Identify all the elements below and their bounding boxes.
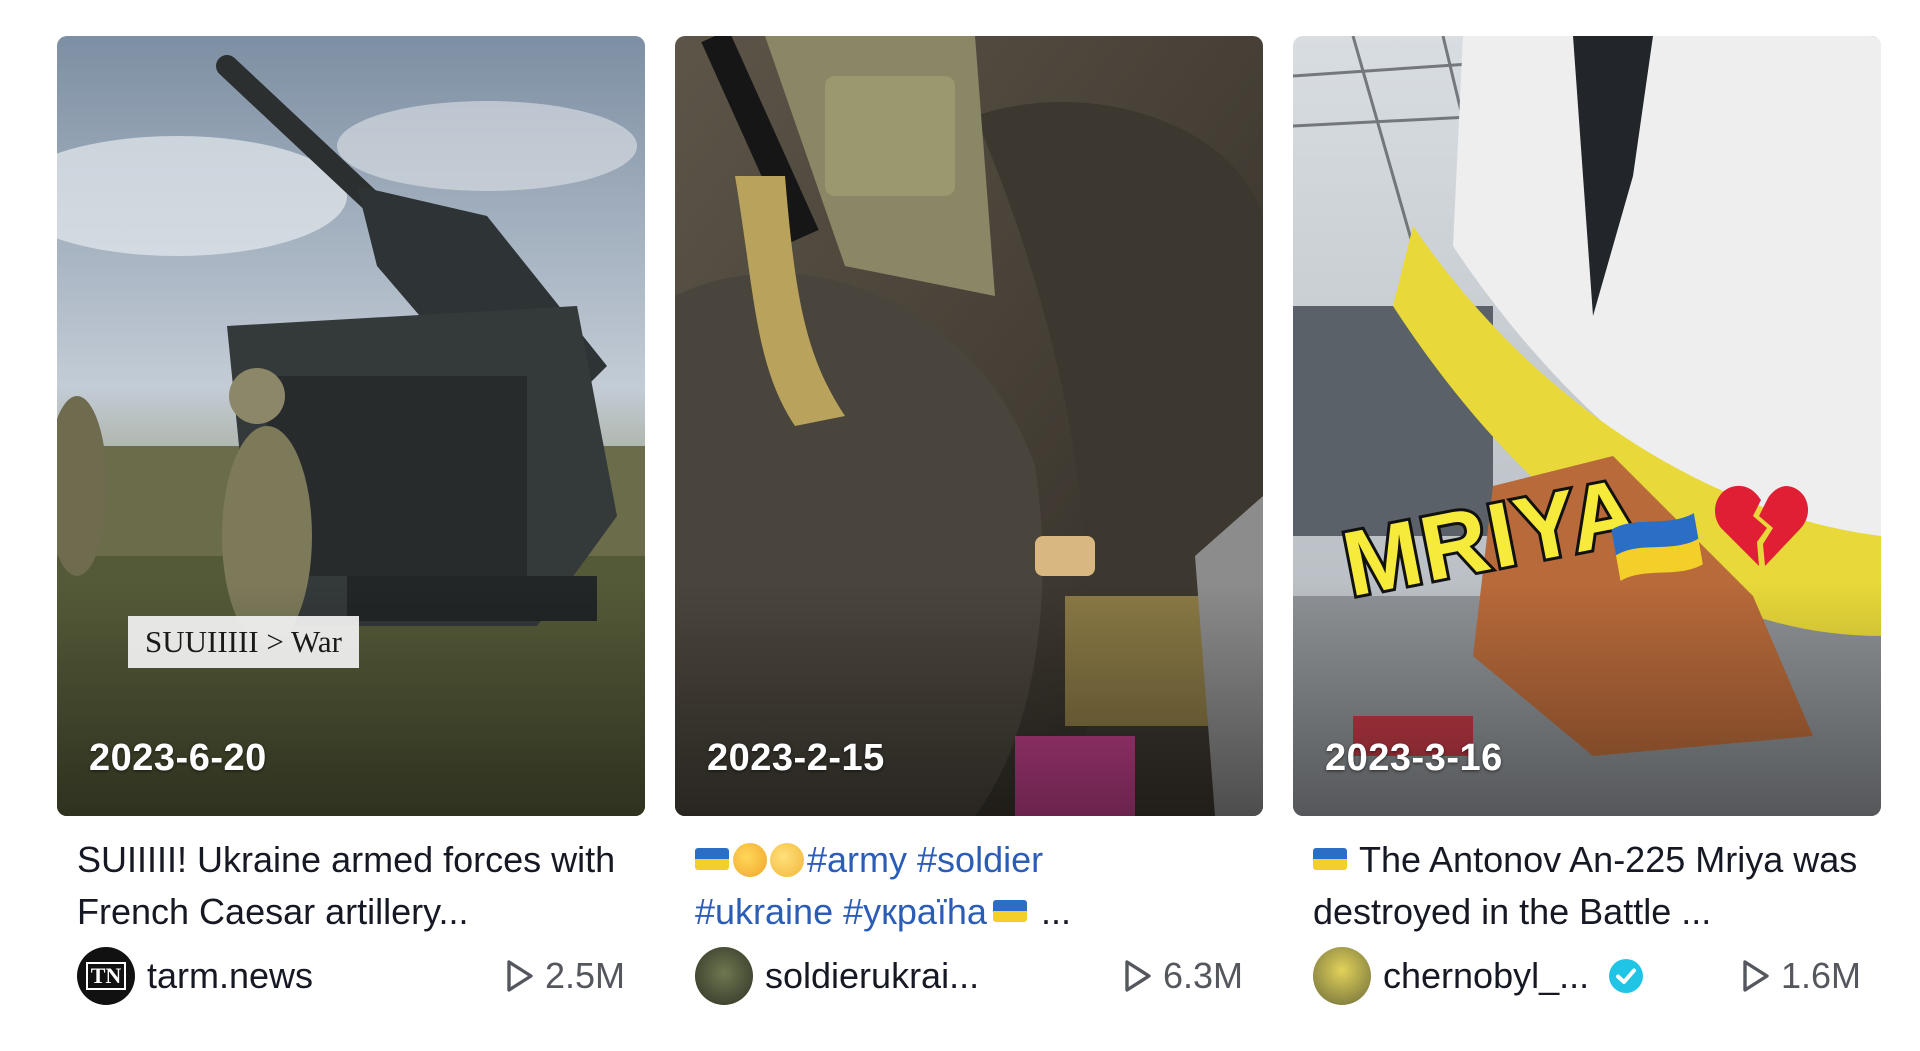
smiling-hearts-emoji: [733, 843, 767, 877]
play-icon: [1125, 960, 1151, 992]
thumbnail-image-mriya-wreck: [1293, 36, 1881, 816]
video-thumbnail[interactable]: 2023-2-15: [675, 36, 1263, 816]
play-count: 1.6M: [1741, 955, 1861, 997]
video-overlay-text: SUUIIIII > War: [128, 616, 359, 668]
video-thumbnail[interactable]: MRIYA 2023-3-16: [1293, 36, 1881, 816]
username[interactable]: chernobyl_...: [1383, 955, 1589, 997]
ukraine-flag-emoji: [992, 900, 1027, 922]
video-grid: SUUIIIII > War 2023-6-20 SUIIIII! Ukrain…: [57, 36, 1883, 1006]
avatar-logo-text: TN: [85, 962, 127, 990]
avatar[interactable]: TN: [77, 947, 135, 1005]
play-count-value: 1.6M: [1780, 955, 1861, 996]
video-footer: chernobyl_... 1.6M: [1293, 946, 1881, 1006]
thumbnail-image-artillery: [57, 36, 645, 816]
video-date: 2023-3-16: [1325, 737, 1503, 779]
video-date: 2023-2-15: [707, 737, 885, 779]
video-caption[interactable]: #army #soldier #ukraine #укpaïha ...: [675, 834, 1263, 938]
verified-icon: [1609, 959, 1644, 993]
video-footer: TN tarm.news 2.5M: [57, 946, 645, 1006]
broken-heart-emoji: [1714, 485, 1809, 566]
caption-text: The Antonov An-225 Mriya was destroyed i…: [1313, 839, 1858, 932]
avatar[interactable]: [1313, 947, 1371, 1005]
video-footer: soldierukrai... 6.3M: [675, 946, 1263, 1006]
video-thumbnail[interactable]: SUUIIIII > War 2023-6-20: [57, 36, 645, 816]
play-icon: [1743, 960, 1769, 992]
video-card-2[interactable]: 2023-2-15 #army #soldier #ukraine #укpaïh…: [675, 36, 1263, 1006]
hashtags-line-2[interactable]: #ukraine #укpaïha: [695, 891, 987, 932]
play-icon: [507, 960, 533, 992]
play-count: 6.3M: [1123, 955, 1243, 997]
hashtags-line-1[interactable]: #army #soldier: [807, 839, 1043, 880]
play-count-value: 2.5M: [544, 955, 625, 996]
thumbnail-image-trench: [675, 36, 1263, 816]
play-count-value: 6.3M: [1162, 955, 1243, 996]
video-card-1[interactable]: SUUIIIII > War 2023-6-20 SUIIIII! Ukrain…: [57, 36, 645, 1006]
video-caption[interactable]: SUIIIII! Ukraine armed forces with Frenc…: [57, 834, 645, 938]
video-caption[interactable]: The Antonov An-225 Mriya was destroyed i…: [1293, 834, 1881, 938]
caption-ellipsis: ...: [1030, 891, 1071, 932]
video-card-3[interactable]: MRIYA 2023-3-16 The Antonov An-225 Mriya…: [1293, 36, 1881, 1006]
video-date: 2023-6-20: [89, 737, 267, 779]
play-count: 2.5M: [505, 955, 625, 997]
ukraine-flag-emoji: [1313, 848, 1347, 870]
pleading-face-emoji: [770, 843, 804, 877]
ukraine-flag-emoji: [695, 848, 729, 870]
username[interactable]: soldierukrai...: [765, 955, 979, 997]
username[interactable]: tarm.news: [147, 955, 313, 997]
avatar[interactable]: [695, 947, 753, 1005]
